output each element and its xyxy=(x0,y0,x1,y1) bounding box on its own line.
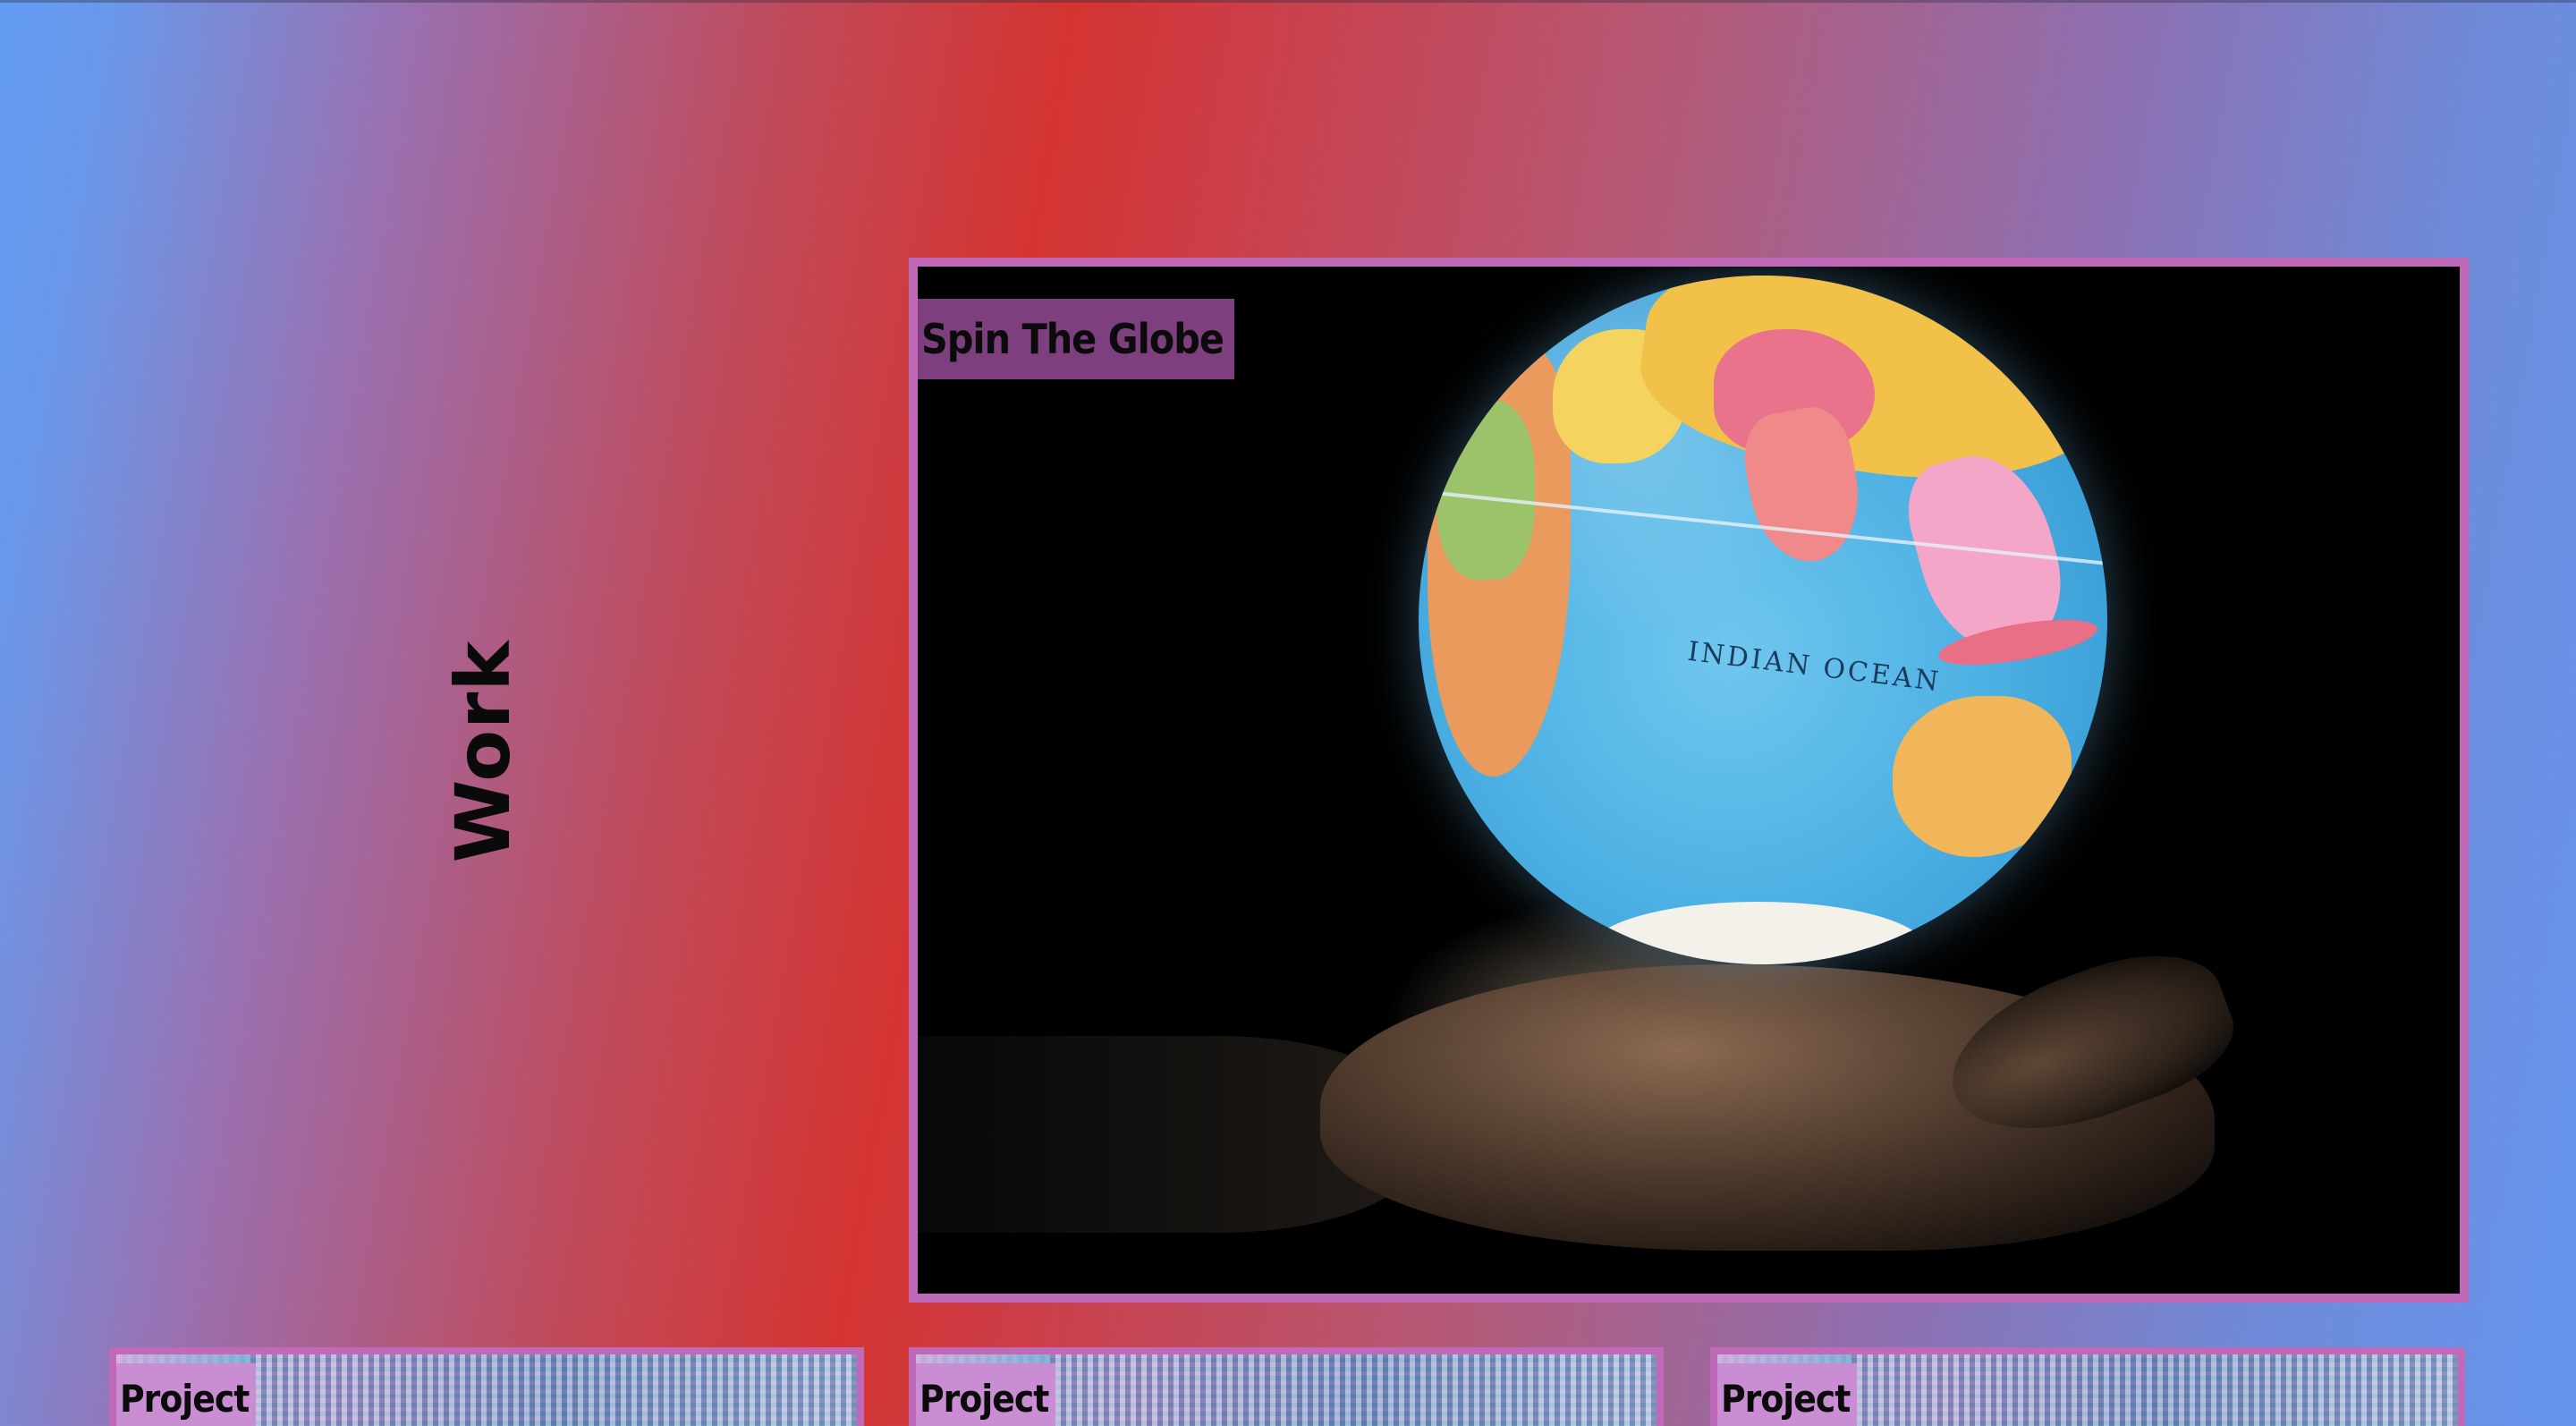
globe-photo: INDIAN OCEAN xyxy=(918,267,2460,1294)
project-card[interactable]: Project xyxy=(909,1347,1664,1426)
project-label[interactable]: Project xyxy=(916,1363,1056,1426)
land-africa-green xyxy=(1436,401,1535,580)
featured-project-card[interactable]: INDIAN OCEAN Spin The Globe xyxy=(909,258,2469,1303)
featured-project-label[interactable]: Spin The Globe xyxy=(918,299,1234,379)
land-australia xyxy=(1893,696,2072,857)
project-card[interactable]: Project xyxy=(1710,1347,2465,1426)
project-label[interactable]: Project xyxy=(1717,1363,1858,1426)
section-title: Work xyxy=(439,640,527,863)
ocean-label: INDIAN OCEAN xyxy=(1685,635,1943,699)
top-edge-line xyxy=(0,0,2576,3)
project-label[interactable]: Project xyxy=(116,1363,257,1426)
land-antarctica xyxy=(1589,902,1928,964)
globe-image: INDIAN OCEAN xyxy=(1419,276,2107,964)
project-card[interactable]: Project xyxy=(109,1347,864,1426)
